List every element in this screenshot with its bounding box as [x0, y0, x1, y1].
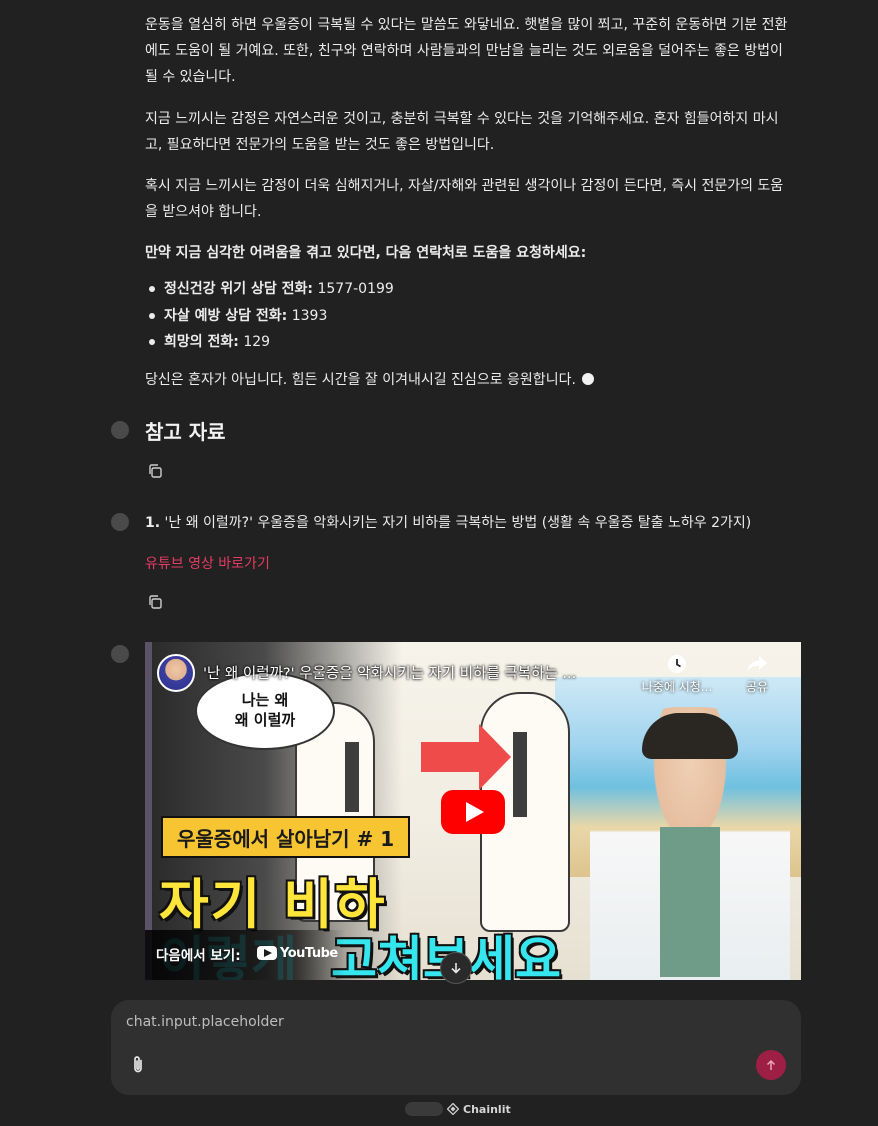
list-item: 자살 예방 상담 전화: 1393	[145, 303, 394, 330]
channel-avatar[interactable]	[157, 654, 195, 692]
youtube-wordmark: YouTube	[280, 945, 338, 961]
share-button[interactable]: 공유	[739, 654, 775, 695]
list-item: 희망의 전화: 129	[145, 329, 394, 356]
youtube-embed[interactable]: 나는 왜 왜 이럴까 '난 왜 이럴까?' 우울증을 악화시키는 자기 비하를 …	[145, 642, 801, 980]
chainlit-logo-icon	[447, 1103, 459, 1115]
white-circle-icon	[581, 373, 594, 385]
doctor-hair	[642, 713, 738, 759]
built-with-footer[interactable]: Chainlit	[405, 1101, 511, 1117]
arrow-down-icon	[451, 963, 461, 974]
message-paragraph-3: 혹시 지금 느끼시는 감정이 더욱 심해지거나, 자살/자해와 관련된 생각이나…	[145, 178, 784, 220]
bubble-line: 나는 왜	[241, 691, 289, 709]
chat-thread: 운동을 열심히 하면 우울증이 극복될 수 있다는 말씀도 와닿네요. 햇볕을 …	[0, 0, 878, 985]
list-item: 정신건강 위기 상담 전화: 1577-0199	[145, 276, 394, 303]
youtube-link[interactable]: 유튜브 영상 바로가기	[145, 552, 270, 576]
share-label: 공유	[745, 680, 769, 694]
watch-on-label: 다음에서 보기:	[156, 948, 241, 964]
red-arrow-icon	[421, 724, 511, 790]
step-indicator-icon	[111, 645, 129, 663]
message-composer	[111, 1000, 801, 1095]
watch-later-button[interactable]: 나중에 시청...	[641, 654, 713, 695]
youtube-play-icon	[257, 946, 277, 960]
scroll-to-bottom-button[interactable]	[440, 952, 472, 984]
copy-button[interactable]	[147, 463, 165, 481]
play-button[interactable]	[441, 790, 505, 834]
footer-pill	[405, 1102, 443, 1116]
copy-button[interactable]	[147, 594, 165, 612]
references-title: 참고 자료	[145, 420, 226, 444]
watch-later-label: 나중에 시청...	[641, 680, 713, 694]
reference-text: '난 왜 이럴까?' 우울증을 악화시키는 자기 비하를 극복하는 방법 (생활…	[164, 515, 752, 531]
bubble-line: 왜 이럴까	[234, 711, 296, 729]
attach-button[interactable]	[127, 1054, 149, 1076]
video-title[interactable]: '난 왜 이럴까?' 우울증을 악화시키는 자기 비하를 극복하는 ...	[203, 662, 623, 683]
emergency-heading: 만약 지금 심각한 어려움을 겪고 있다면, 다음 연락처로 도움을 요청하세요…	[145, 245, 587, 261]
chat-input[interactable]	[126, 1010, 726, 1034]
hotline-label: 자살 예방 상담 전화:	[164, 307, 288, 324]
series-banner: 우울증에서 살아남기 # 1	[161, 816, 411, 858]
clock-icon	[668, 655, 686, 673]
youtube-logo[interactable]: YouTube	[257, 944, 338, 962]
copy-icon	[149, 595, 162, 609]
hotline-label: 희망의 전화:	[164, 334, 239, 350]
send-button[interactable]	[756, 1050, 786, 1080]
share-icon	[747, 656, 767, 672]
speech-bubble: 나는 왜 왜 이럴까	[195, 672, 335, 750]
hotline-number: 129	[243, 334, 271, 350]
reference-item: 1. '난 왜 이럴까?' 우울증을 악화시키는 자기 비하를 극복하는 방법 …	[145, 511, 751, 535]
doctor-photo	[590, 707, 790, 980]
hotline-list: 정신건강 위기 상담 전화: 1577-0199 자살 예방 상담 전화: 13…	[145, 276, 394, 356]
figure-tie	[345, 742, 359, 812]
hotline-number: 1577-0199	[317, 281, 394, 297]
closing-text: 당신은 혼자가 아닙니다. 힘든 시간을 잘 이겨내시길 진심으로 응원합니다.	[145, 372, 576, 388]
hotline-label: 정신건강 위기 상담 전화:	[164, 281, 314, 297]
arrow-up-icon	[766, 1059, 776, 1070]
step-indicator-icon	[111, 421, 129, 439]
doctor-shirt	[660, 827, 720, 977]
step-indicator-icon	[111, 513, 129, 531]
closing-message: 당신은 혼자가 아닙니다. 힘든 시간을 잘 이겨내시길 진심으로 응원합니다.	[145, 367, 795, 393]
paperclip-icon	[134, 1056, 142, 1073]
figure-tie	[513, 732, 527, 817]
footer-brand: Chainlit	[463, 1102, 511, 1116]
message-paragraph-2: 지금 느끼시는 감정은 자연스러운 것이고, 충분히 극복할 수 있다는 것을 …	[145, 111, 779, 153]
copy-icon	[149, 464, 162, 478]
message-paragraph-1: 운동을 열심히 하면 우울증이 극복될 수 있다는 말씀도 와닿네요. 햇볕을 …	[145, 17, 788, 85]
reference-number: 1.	[145, 515, 161, 531]
hotline-number: 1393	[291, 307, 328, 324]
